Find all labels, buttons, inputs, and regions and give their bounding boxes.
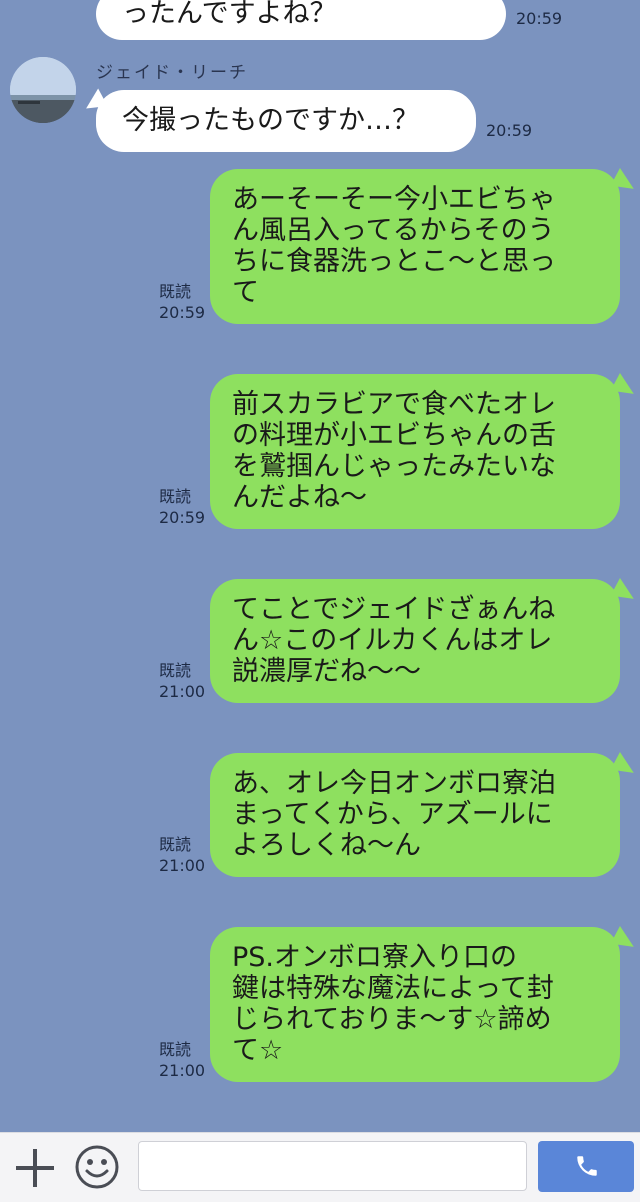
message-bubble-incoming[interactable]: ったんですよね？ — [96, 0, 506, 40]
message-bubble-outgoing[interactable]: あ、オレ今日オンボロ寮泊 まってくから、アズールに よろしくね〜ん — [210, 753, 620, 877]
message-line: を鷲掴んじゃったみたいな — [232, 451, 556, 482]
message-time: 20:59 — [516, 9, 563, 28]
chat-area[interactable]: ったんですよね？ 20:59 ジェイド・リーチ 今撮ったものですか…？ 20:5… — [0, 0, 640, 1132]
message-line: ん風呂入ってるからそのう — [232, 215, 555, 246]
message-line: んだよね〜 — [232, 482, 367, 513]
read-receipt: 既読 — [159, 661, 192, 680]
message-text: 今撮ったものですか…？ — [122, 105, 419, 136]
message-line: PS.オンボロ寮入り口の — [232, 942, 518, 973]
message-bubble-incoming[interactable]: 今撮ったものですか…？ — [96, 90, 476, 152]
message-text: ったんですよね？ — [122, 0, 337, 29]
message-bubble-outgoing[interactable]: あーそーそー今小エビちゃ ん風呂入ってるからそのう ちに食器洗っとこ〜と思っ て — [210, 169, 620, 324]
contact-name: ジェイド・リーチ — [96, 63, 248, 83]
read-receipt: 既読 — [159, 282, 192, 301]
message-line: よろしくね〜ん — [232, 830, 421, 861]
message-meta: 既読 21:00 — [159, 660, 219, 702]
message-meta: 既読 21:00 — [159, 1039, 219, 1081]
message-input[interactable] — [138, 1141, 527, 1191]
message-time: 21:00 — [159, 856, 206, 875]
message-line: まってくから、アズールに — [232, 799, 553, 830]
read-receipt: 既読 — [159, 487, 192, 506]
beach-photo-icon — [10, 57, 76, 123]
message-line: あ、オレ今日オンボロ寮泊 — [232, 768, 556, 799]
message-bubble-outgoing[interactable]: PS.オンボロ寮入り口の 鍵は特殊な魔法によって封 じられておりま〜す☆諦め て… — [210, 927, 620, 1082]
call-button[interactable] — [538, 1141, 634, 1192]
message-line: 前スカラビアで食べたオレ — [232, 389, 556, 420]
message-line: ちに食器洗っとこ〜と思っ — [232, 246, 556, 277]
message-bubble-outgoing[interactable]: てことでジェイドざぁんね ん☆このイルカくんはオレ 説濃厚だね〜〜 — [210, 579, 620, 703]
message-meta: 既読 20:59 — [159, 281, 219, 323]
message-time: 21:00 — [159, 682, 206, 701]
message-line: ん☆このイルカくんはオレ — [232, 625, 553, 656]
message-line: 鍵は特殊な魔法によって封 — [232, 973, 554, 1004]
message-input-bar — [0, 1132, 640, 1202]
contact-avatar[interactable] — [10, 57, 76, 123]
message-time: 20:59 — [159, 303, 206, 322]
message-line: てことでジェイドざぁんね — [232, 594, 556, 625]
message-line: の料理が小エビちゃんの舌 — [232, 420, 556, 451]
phone-icon — [577, 1156, 597, 1176]
message-meta: 既読 20:59 — [159, 486, 219, 528]
message-line: て — [232, 277, 259, 308]
message-time: 20:59 — [486, 121, 533, 140]
message-line: 説濃厚だね〜〜 — [232, 656, 421, 687]
plus-icon[interactable] — [16, 1149, 54, 1187]
message-line: あーそーそー今小エビちゃ — [232, 184, 556, 215]
smiley-icon[interactable] — [74, 1144, 120, 1190]
message-meta: 既読 21:00 — [159, 834, 219, 876]
read-receipt: 既読 — [159, 1040, 192, 1059]
message-line: じられておりま〜す☆諦め — [232, 1004, 552, 1035]
read-receipt: 既読 — [159, 835, 192, 854]
message-bubble-outgoing[interactable]: 前スカラビアで食べたオレ の料理が小エビちゃんの舌 を鷲掴んじゃったみたいな ん… — [210, 374, 620, 529]
message-time: 20:59 — [159, 508, 206, 527]
message-line: て☆ — [232, 1035, 284, 1066]
message-time: 21:00 — [159, 1061, 206, 1080]
